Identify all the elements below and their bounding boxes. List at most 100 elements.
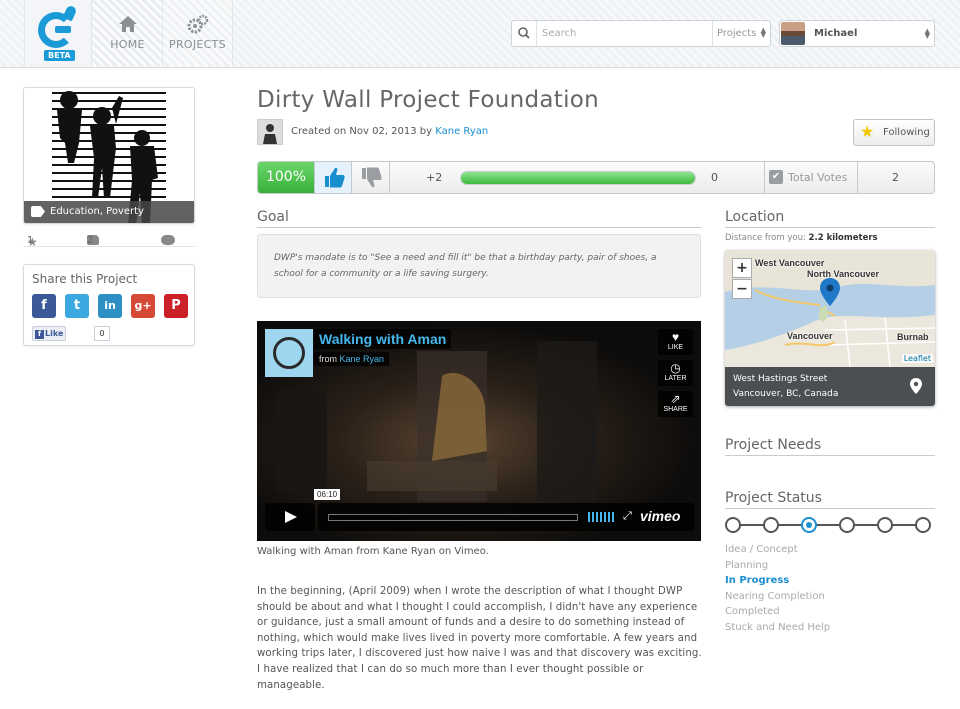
video-from: from Kane Ryan: [314, 352, 390, 366]
video-share-button[interactable]: ⇗ SHARE: [658, 391, 693, 417]
vimeo-logo[interactable]: vimeo: [640, 508, 680, 524]
google-plus-icon: g+: [134, 299, 152, 312]
status-step-label: Stuck and Need Help: [725, 621, 831, 633]
address-line-2: Vancouver, BC, Canada: [733, 389, 839, 399]
vote-bar: 100% +2 0 ✔ Total Votes 2: [257, 161, 935, 194]
location-map[interactable]: + − West Vancouver North Vancouver Vanco…: [725, 250, 935, 406]
search-scope-select[interactable]: Projects ▲ ▼: [712, 21, 770, 46]
twitter-icon: t: [73, 298, 81, 313]
search-bar: Projects ▲▼: [511, 20, 771, 47]
like-count: 2: [87, 235, 94, 246]
video-author-thumbnail[interactable]: [265, 329, 313, 377]
updown-arrows-icon: ▲ ▼: [760, 26, 766, 39]
project-tags-text: Education, Poverty: [50, 206, 144, 217]
created-info: Created on Nov 02, 2013 by Kane Ryan: [291, 126, 488, 137]
video-title[interactable]: Walking with Aman: [314, 329, 452, 349]
goal-heading: Goal: [257, 209, 701, 228]
up-vote-count: +2: [426, 171, 443, 184]
down-vote-count: 0: [711, 171, 718, 184]
video-like-button[interactable]: ♥ LIKE: [658, 329, 693, 355]
status-step-dot[interactable]: [801, 517, 817, 533]
facebook-like-count: 0: [94, 326, 110, 341]
video-author-link[interactable]: Kane Ryan: [340, 354, 385, 364]
nav-home[interactable]: HOME: [93, 0, 163, 66]
video-controls: 06:10 ⤢ vimeo: [314, 489, 694, 531]
status-step-label: Nearing Completion: [725, 590, 825, 602]
created-text: Created on Nov 02, 2013 by: [291, 126, 433, 137]
total-votes: ✔ Total Votes: [764, 162, 858, 193]
creator-avatar[interactable]: [257, 119, 283, 145]
checkbox-icon: ✔: [769, 170, 783, 184]
status-step-dot[interactable]: [763, 517, 779, 533]
location-pin-icon: [910, 378, 922, 394]
distance-value: 2.2 kilometers: [808, 233, 878, 243]
facebook-like-label: Like: [45, 329, 64, 338]
comment-icon: [161, 235, 175, 245]
star-icon: ★: [860, 122, 875, 141]
search-scope-value: Projects: [717, 28, 757, 39]
twitter-share-button[interactable]: t: [65, 294, 89, 318]
map-label: North Vancouver: [807, 269, 880, 279]
project-description: In the beginning, (April 2009) when I wr…: [257, 586, 702, 691]
status-step-label: In Progress: [725, 575, 790, 587]
vote-progress-fill: [461, 172, 695, 184]
linkedin-share-button[interactable]: in: [98, 294, 122, 318]
user-menu[interactable]: Michael ▲ ▼: [779, 20, 935, 47]
status-step-dot[interactable]: [915, 517, 931, 533]
avatar: [781, 22, 805, 45]
facebook-small-icon: f: [35, 330, 44, 339]
page-title: Dirty Wall Project Foundation: [257, 87, 600, 113]
top-header: BETA HOME PROJECTS Projects ▲▼ Michael: [0, 0, 960, 68]
map-zoom-in[interactable]: +: [732, 258, 752, 278]
follow-button[interactable]: ★ Following: [853, 119, 935, 146]
avatar: [258, 120, 282, 144]
map-address: West Hastings Street Vancouver, BC, Cana…: [725, 367, 935, 406]
pinterest-share-button[interactable]: P: [164, 294, 188, 318]
video-duration: 06:10: [314, 489, 341, 500]
tag-icon: [31, 206, 45, 217]
star-count: 1: [27, 235, 34, 246]
status-step-label: Planning: [725, 559, 769, 571]
volume-control[interactable]: [588, 512, 616, 522]
play-button[interactable]: [265, 503, 315, 531]
leaflet-attribution[interactable]: Leaflet: [901, 354, 933, 363]
video-later-button[interactable]: ◷ LATER: [658, 360, 693, 386]
smiley-icon: [273, 337, 305, 369]
clock-icon: ◷: [670, 361, 681, 375]
facebook-icon: f: [41, 298, 47, 313]
status-step-dot[interactable]: [839, 517, 855, 533]
distance-label: Distance from you:: [725, 233, 806, 243]
video-share-label: SHARE: [663, 406, 688, 413]
nav-projects-label: PROJECTS: [169, 38, 226, 51]
project-status-heading: Project Status: [725, 490, 935, 509]
goal-text: DWP's mandate is to "See a need and fill…: [257, 234, 701, 298]
status-step-dot[interactable]: [877, 517, 893, 533]
map-marker-icon[interactable]: [819, 277, 841, 307]
map-zoom-out[interactable]: −: [732, 279, 752, 299]
nav-projects[interactable]: PROJECTS: [163, 0, 233, 66]
vote-down-button[interactable]: [352, 162, 390, 193]
search-button[interactable]: [512, 21, 537, 46]
video-seek-bar[interactable]: [328, 514, 578, 521]
thumbs-down-icon: [362, 167, 382, 188]
author-link[interactable]: Kane Ryan: [435, 126, 488, 137]
home-icon: [118, 16, 137, 32]
search-input[interactable]: [538, 21, 712, 46]
status-step-label: Completed: [725, 606, 780, 618]
status-step-dot[interactable]: [725, 517, 741, 533]
facebook-like-button[interactable]: f Like: [32, 326, 66, 341]
facebook-share-button[interactable]: f: [32, 294, 56, 318]
linkedin-icon: in: [104, 299, 116, 312]
share-title: Share this Project: [32, 272, 138, 286]
site-logo[interactable]: BETA: [24, 0, 92, 66]
project-image-card[interactable]: Education, Poverty: [23, 87, 195, 224]
location-heading: Location: [725, 209, 935, 228]
vote-up-button[interactable]: [314, 162, 352, 193]
project-needs-heading: Project Needs: [725, 437, 935, 456]
google-plus-share-button[interactable]: g+: [131, 294, 155, 318]
search-icon: [518, 27, 530, 39]
fullscreen-icon[interactable]: ⤢: [623, 509, 632, 523]
project-tags: Education, Poverty: [24, 201, 194, 223]
user-name: Michael: [814, 28, 858, 39]
video-player[interactable]: Walking with Aman from Kane Ryan ♥ LIKE …: [257, 321, 701, 541]
